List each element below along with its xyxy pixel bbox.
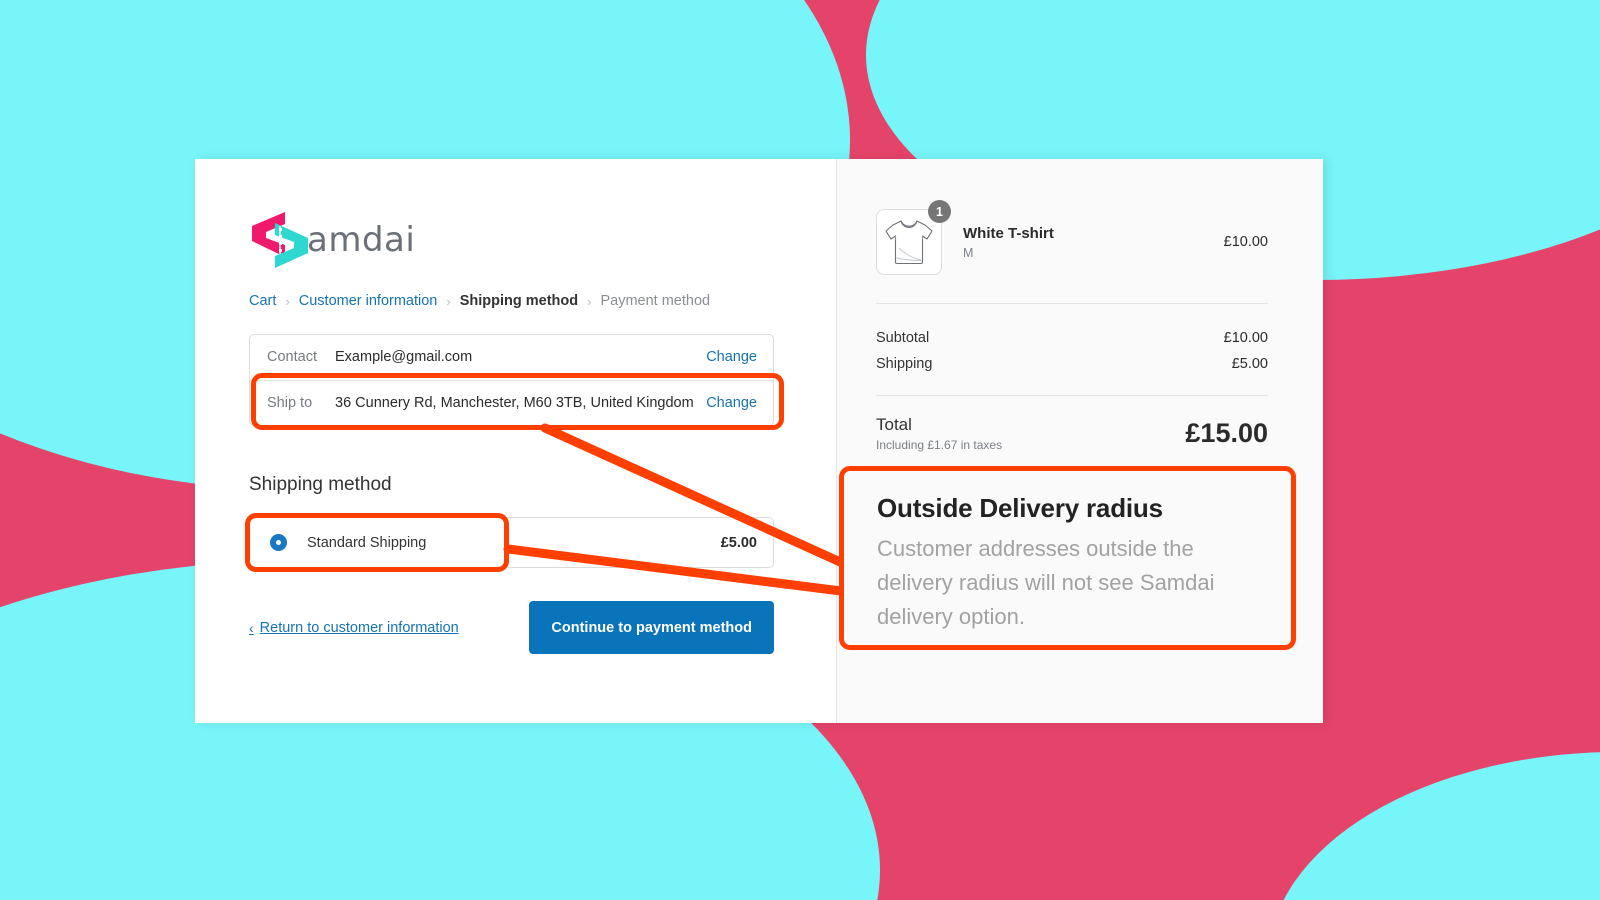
tshirt-icon — [885, 220, 933, 265]
grand-total-amount: £15.00 — [1185, 418, 1268, 448]
change-address-link[interactable]: Change — [706, 394, 757, 411]
ship-to-value: 36 Cunnery Rd, Manchester, M60 3TB, Unit… — [335, 394, 694, 411]
order-summary-pane: 1 White T-shirt M £10.00 Subtotal £10.00… — [836, 159, 1323, 723]
quantity-badge: 1 — [928, 200, 951, 223]
ship-to-row: Ship to 36 Cunnery Rd, Manchester, M60 3… — [250, 379, 773, 426]
tax-note: Including £1.67 in taxes — [876, 438, 1003, 452]
breadcrumb-separator-icon: › — [446, 293, 451, 309]
breadcrumb-item-customer-information[interactable]: Customer information — [299, 293, 438, 309]
return-link-label: Return to customer information — [259, 619, 459, 636]
breadcrumb-separator-icon: › — [285, 293, 290, 309]
change-contact-link[interactable]: Change — [706, 348, 757, 365]
subtotal-amount: £10.00 — [1223, 330, 1268, 346]
return-to-customer-information-link[interactable]: ‹ Return to customer information — [249, 620, 459, 636]
product-info: White T-shirt M — [942, 225, 1224, 260]
brand-logo[interactable]: amdai — [249, 211, 836, 269]
contact-value: Example@gmail.com — [335, 349, 473, 365]
customer-info-box: Contact Example@gmail.com Change Ship to… — [249, 334, 774, 427]
shipping-option-standard[interactable]: Standard Shipping £5.00 — [250, 518, 773, 567]
continue-to-payment-button[interactable]: Continue to payment method — [529, 601, 774, 655]
contact-label: Contact — [267, 349, 317, 365]
shipping-cost-label: Shipping — [876, 356, 933, 372]
subtotal-label: Subtotal — [876, 330, 930, 346]
breadcrumb-item-shipping-method: Shipping method — [459, 293, 579, 309]
chevron-left-icon: ‹ — [249, 619, 254, 636]
background-blob-bottom-right — [1268, 752, 1600, 900]
breadcrumb-item-cart[interactable]: Cart — [249, 293, 276, 309]
product-name: White T-shirt — [963, 224, 1054, 242]
product-variant: M — [963, 245, 974, 260]
checkout-left-pane: amdai Cart › Customer information › Ship… — [195, 159, 836, 723]
ship-to-label: Ship to — [267, 394, 313, 411]
grand-total-row: Total Including £1.67 in taxes £15.00 — [876, 396, 1268, 452]
shipping-method-heading: Shipping method — [249, 474, 392, 496]
breadcrumb-separator-icon: › — [587, 293, 592, 309]
shipping-option-label: Standard Shipping — [307, 534, 427, 551]
product-thumbnail-wrap: 1 — [876, 200, 951, 275]
checkout-actions: ‹ Return to customer information Continu… — [249, 601, 774, 655]
grand-total-labels: Total Including £1.67 in taxes — [876, 415, 1002, 452]
contact-row: Contact Example@gmail.com Change — [250, 335, 773, 380]
grand-total-label: Total — [876, 415, 912, 434]
checkout-card: amdai Cart › Customer information › Ship… — [195, 159, 1323, 723]
summary-totals: Subtotal £10.00 Shipping £5.00 — [876, 304, 1268, 395]
shipping-option-price: £5.00 — [720, 534, 757, 551]
shipping-options-box: Standard Shipping £5.00 — [249, 517, 774, 569]
radio-dot — [276, 540, 281, 546]
brand-wordmark: amdai — [307, 220, 416, 260]
product-price: £10.00 — [1223, 234, 1268, 250]
samdai-logo-icon — [252, 212, 308, 268]
breadcrumb: Cart › Customer information › Shipping m… — [249, 293, 836, 309]
shipping-cost-amount: £5.00 — [1231, 356, 1268, 372]
breadcrumb-item-payment-method: Payment method — [600, 293, 711, 309]
order-line-item: 1 White T-shirt M £10.00 — [876, 200, 1268, 303]
radio-selected-icon[interactable] — [270, 534, 287, 552]
subtotal-row: Subtotal £10.00 — [876, 325, 1268, 351]
shipping-row: Shipping £5.00 — [876, 351, 1268, 377]
